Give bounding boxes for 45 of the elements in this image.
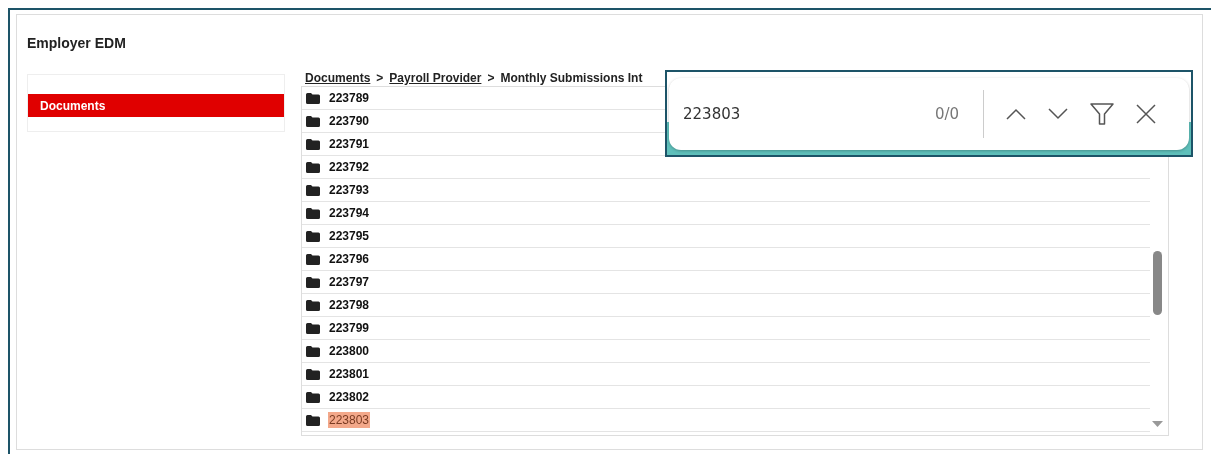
folder-icon	[306, 138, 320, 150]
folder-name[interactable]: 223798	[328, 297, 371, 313]
breadcrumb-link[interactable]: Payroll Provider	[389, 71, 482, 85]
folder-icon	[306, 253, 320, 265]
folder-name[interactable]: 223795	[328, 228, 371, 244]
folder-icon	[306, 368, 320, 380]
panel-title: Employer EDM	[27, 35, 127, 51]
folder-icon	[306, 184, 320, 196]
folder-icon	[306, 161, 320, 173]
close-icon	[1136, 104, 1157, 124]
folder-icon	[306, 299, 320, 311]
folder-name[interactable]: 223800	[328, 343, 371, 359]
folder-icon	[306, 115, 320, 127]
folder-icon	[306, 230, 320, 242]
chevron-down-icon	[1048, 108, 1069, 120]
sidebar-item[interactable]: Documents	[28, 94, 284, 117]
folder-name[interactable]: 223792	[328, 159, 371, 175]
breadcrumb-current: Monthly Submissions Int	[500, 71, 643, 85]
folder-name[interactable]: 223791	[328, 136, 371, 152]
breadcrumb-separator: >	[376, 71, 384, 85]
folder-name[interactable]: 223794	[328, 205, 371, 221]
folder-name[interactable]: 223803	[328, 412, 371, 428]
breadcrumb-separator: >	[487, 71, 495, 85]
folder-icon	[306, 414, 320, 426]
folder-icon	[306, 207, 320, 219]
folder-name[interactable]: 223797	[328, 274, 371, 290]
folder-name[interactable]: 223790	[328, 113, 371, 129]
folder-icon	[306, 345, 320, 357]
scrollbar-thumb[interactable]	[1153, 251, 1162, 315]
find-input[interactable]: 223803	[681, 104, 915, 124]
folder-name[interactable]: 223793	[328, 182, 371, 198]
filter-icon	[1090, 103, 1115, 125]
chevron-up-icon	[1006, 108, 1027, 120]
folder-icon	[306, 322, 320, 334]
folder-name[interactable]: 223799	[328, 320, 371, 336]
folder-name[interactable]: 223796	[328, 251, 371, 267]
folder-icon	[306, 276, 320, 288]
folder-name[interactable]: 223801	[328, 366, 371, 382]
folder-name[interactable]: 223802	[328, 389, 371, 405]
breadcrumb-link[interactable]: Documents	[305, 71, 371, 85]
folder-name[interactable]: 223789	[328, 90, 371, 106]
match-count: 0/0	[935, 105, 960, 123]
folder-icon	[306, 92, 320, 104]
scroll-down-icon[interactable]	[1152, 421, 1163, 427]
folder-icon	[306, 391, 320, 403]
